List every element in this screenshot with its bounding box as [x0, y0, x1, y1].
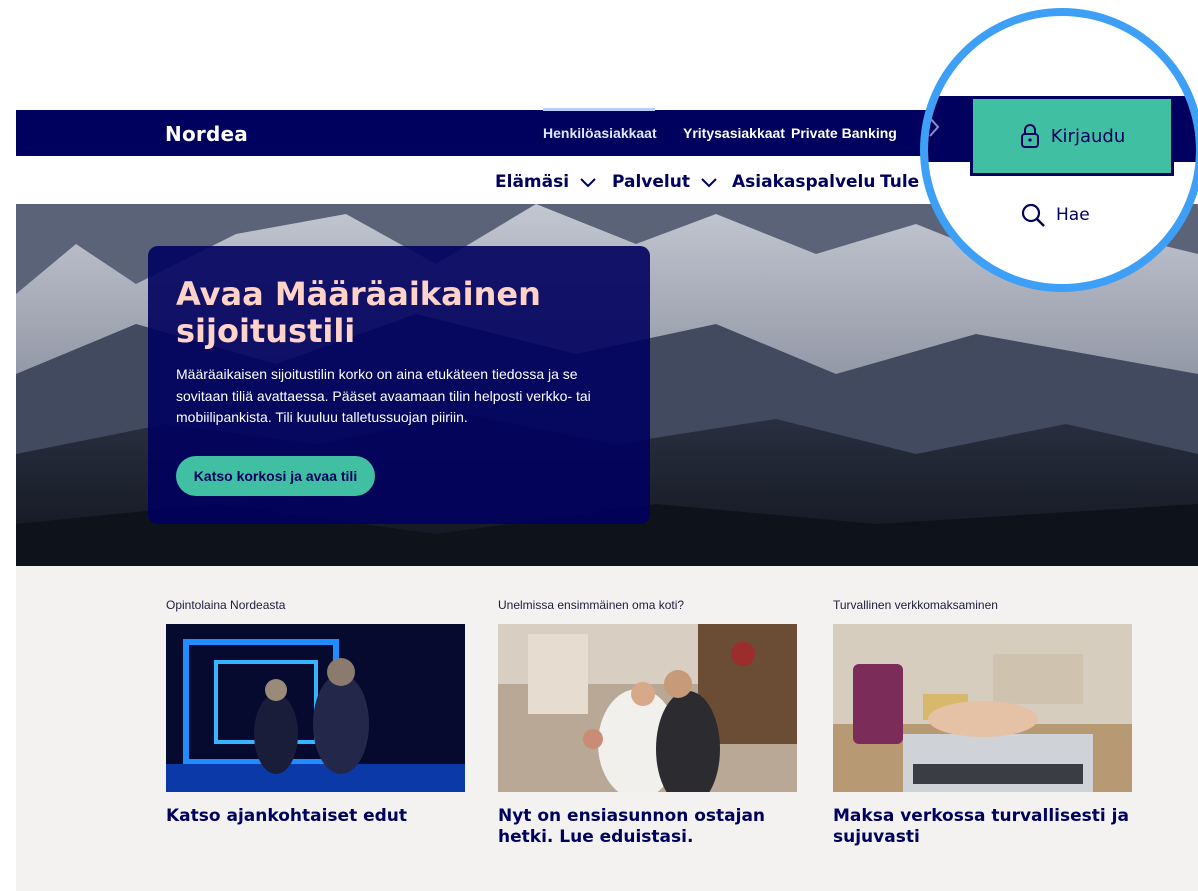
chevron-down-icon [701, 178, 717, 188]
lock-icon [1020, 124, 1039, 148]
card-image-online-payment[interactable] [833, 624, 1132, 792]
chevron-down-icon [580, 178, 596, 188]
card-image-student-loan[interactable] [166, 624, 465, 792]
subnav-asiakaspalvelu[interactable]: Asiakaspalvelu [732, 172, 875, 192]
wedding-celebration-photo [498, 624, 797, 792]
subnav-palvelut[interactable]: Palvelut [612, 172, 718, 192]
search-button[interactable]: Hae [1020, 202, 1090, 228]
subnav-elamasi-label: Elämäsi [495, 172, 570, 192]
card-kicker: Unelmissa ensimmäinen oma koti? [498, 598, 685, 612]
nordea-logo[interactable]: Nordea [165, 122, 248, 146]
chevron-icon [929, 117, 940, 137]
nav-yritysasiakkaat[interactable]: Yritysasiakkaat [683, 125, 785, 141]
active-segment-indicator [543, 108, 655, 111]
card-kicker: Opintolaina Nordeasta [166, 598, 286, 612]
login-label: Kirjaudu [1050, 125, 1126, 147]
card-title[interactable]: Katso ajankohtaiset edut [166, 806, 466, 827]
online-payment-photo [833, 624, 1132, 792]
nav-henkiloasiakkaat[interactable]: Henkilöasiakkaat [543, 125, 657, 141]
open-account-button[interactable]: Katso korkosi ja avaa tili [176, 456, 375, 496]
card-title[interactable]: Nyt on ensiasunnon ostajan hetki. Lue ed… [498, 806, 798, 848]
hero-description: Määräaikaisen sijoitustilin korko on ain… [176, 366, 591, 425]
subnav-elamasi[interactable]: Elämäsi [495, 172, 597, 192]
search-icon [1021, 203, 1045, 227]
card-image-first-home[interactable] [498, 624, 797, 792]
card-title[interactable]: Maksa verkossa turvallisesti ja sujuvast… [833, 806, 1133, 848]
nav-private-banking[interactable]: Private Banking [791, 125, 897, 141]
hero-title: Avaa Määräaikainen sijoitustili [176, 275, 541, 350]
subnav-palvelut-label: Palvelut [612, 172, 690, 192]
card-kicker: Turvallinen verkkomaksaminen [833, 598, 998, 612]
login-button[interactable]: Kirjaudu [970, 96, 1174, 176]
search-label: Hae [1056, 205, 1090, 225]
highlight-zoom-circle: Kirjaudu Hae [920, 8, 1198, 292]
neon-tunnel-photo [166, 624, 465, 792]
